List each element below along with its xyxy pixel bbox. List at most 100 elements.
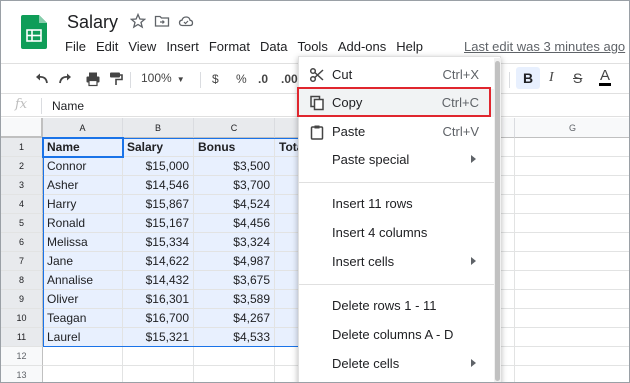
undo-icon[interactable] [33, 72, 49, 86]
table-cell[interactable]: Annalise [43, 271, 123, 290]
table-cell[interactable] [515, 328, 629, 347]
row-header[interactable]: 9 [1, 290, 43, 309]
menu-view[interactable]: View [128, 39, 156, 54]
row-header[interactable]: 2 [1, 157, 43, 176]
row-header[interactable]: 7 [1, 252, 43, 271]
sheets-logo-icon[interactable] [21, 15, 47, 49]
table-cell[interactable]: Salary [123, 138, 194, 157]
table-cell[interactable]: $14,546 [123, 176, 194, 195]
row-header[interactable]: 8 [1, 271, 43, 290]
table-cell[interactable] [515, 271, 629, 290]
menu-item-insert-rows[interactable]: Insert 11 rows [299, 190, 494, 218]
table-cell[interactable]: $3,589 [194, 290, 275, 309]
table-cell[interactable]: Harry [43, 195, 123, 214]
table-cell[interactable]: $3,675 [194, 271, 275, 290]
row-header[interactable]: 6 [1, 233, 43, 252]
table-cell[interactable] [123, 366, 194, 382]
increase-decimal-button[interactable]: .00 [281, 72, 298, 86]
row-header[interactable]: 1 [1, 138, 43, 157]
formula-input[interactable]: Name [52, 99, 84, 113]
strikethrough-button[interactable]: S [573, 70, 582, 86]
table-cell[interactable]: $4,533 [194, 328, 275, 347]
column-header-a[interactable]: A [43, 118, 123, 138]
menu-item-paste[interactable]: Paste Ctrl+V [299, 118, 494, 146]
table-cell[interactable]: $4,524 [194, 195, 275, 214]
table-cell[interactable]: Asher [43, 176, 123, 195]
table-cell[interactable]: Bonus [194, 138, 275, 157]
table-cell[interactable]: Melissa [43, 233, 123, 252]
table-cell[interactable]: $15,867 [123, 195, 194, 214]
document-title[interactable]: Salary [67, 12, 118, 33]
table-cell[interactable]: Ronald [43, 214, 123, 233]
menu-item-insert-cells[interactable]: Insert cells [299, 248, 494, 276]
paint-format-icon[interactable] [109, 71, 123, 87]
table-cell[interactable] [515, 233, 629, 252]
table-cell[interactable] [515, 176, 629, 195]
table-cell[interactable] [194, 347, 275, 366]
table-cell[interactable]: $15,000 [123, 157, 194, 176]
redo-icon[interactable] [58, 72, 74, 86]
print-icon[interactable] [85, 71, 101, 87]
menu-item-insert-columns[interactable]: Insert 4 columns [299, 219, 494, 247]
select-all-corner[interactable] [1, 118, 43, 138]
table-cell[interactable]: $3,500 [194, 157, 275, 176]
menu-item-delete-cells[interactable]: Delete cells [299, 350, 494, 378]
table-cell[interactable] [515, 309, 629, 328]
table-cell[interactable]: $4,987 [194, 252, 275, 271]
table-cell[interactable]: $3,324 [194, 233, 275, 252]
row-header[interactable]: 4 [1, 195, 43, 214]
percent-format-button[interactable]: % [236, 72, 247, 86]
menu-format[interactable]: Format [209, 39, 250, 54]
table-cell[interactable] [43, 366, 123, 382]
move-folder-icon[interactable] [154, 13, 170, 29]
menu-scrollbar-thumb[interactable] [495, 61, 500, 381]
table-cell[interactable] [515, 290, 629, 309]
column-header-b[interactable]: B [123, 118, 194, 138]
menu-item-paste-special[interactable]: Paste special [299, 146, 494, 174]
table-cell[interactable]: $4,456 [194, 214, 275, 233]
table-cell[interactable]: $15,321 [123, 328, 194, 347]
table-cell[interactable] [194, 366, 275, 382]
decrease-decimal-button[interactable]: .0 [258, 72, 268, 86]
menu-tools[interactable]: Tools [297, 39, 327, 54]
text-color-button[interactable]: A [599, 68, 612, 86]
table-cell[interactable] [515, 366, 629, 382]
table-cell[interactable]: $16,700 [123, 309, 194, 328]
cloud-saved-icon[interactable] [178, 13, 194, 29]
table-cell[interactable]: Teagan [43, 309, 123, 328]
row-header[interactable]: 10 [1, 309, 43, 328]
table-cell[interactable] [515, 347, 629, 366]
menu-insert[interactable]: Insert [166, 39, 199, 54]
column-header-g[interactable]: G [515, 118, 629, 138]
menu-help[interactable]: Help [396, 39, 423, 54]
table-cell[interactable]: Laurel [43, 328, 123, 347]
table-cell[interactable]: Connor [43, 157, 123, 176]
table-cell[interactable]: Name [43, 138, 123, 157]
table-cell[interactable]: $4,267 [194, 309, 275, 328]
row-header[interactable]: 5 [1, 214, 43, 233]
star-icon[interactable] [130, 13, 146, 29]
table-cell[interactable]: Jane [43, 252, 123, 271]
menu-item-cut[interactable]: Cut Ctrl+X [299, 61, 494, 89]
menu-edit[interactable]: Edit [96, 39, 118, 54]
menu-item-delete-columns[interactable]: Delete columns A - D [299, 321, 494, 349]
row-header[interactable]: 11 [1, 328, 43, 347]
menu-file[interactable]: File [65, 39, 86, 54]
table-cell[interactable] [43, 347, 123, 366]
row-header[interactable]: 12 [1, 347, 43, 366]
table-cell[interactable]: $15,334 [123, 233, 194, 252]
table-cell[interactable]: $16,301 [123, 290, 194, 309]
table-cell[interactable]: $3,700 [194, 176, 275, 195]
table-cell[interactable] [515, 195, 629, 214]
table-cell[interactable] [515, 138, 629, 157]
table-cell[interactable]: $14,432 [123, 271, 194, 290]
menu-data[interactable]: Data [260, 39, 287, 54]
last-edit-link[interactable]: Last edit was 3 minutes ago [464, 39, 625, 54]
column-header-c[interactable]: C [194, 118, 275, 138]
bold-button[interactable]: B [516, 67, 540, 89]
italic-button[interactable]: I [549, 70, 554, 86]
table-cell[interactable] [123, 347, 194, 366]
menu-item-delete-rows[interactable]: Delete rows 1 - 11 [299, 292, 494, 320]
row-header[interactable]: 3 [1, 176, 43, 195]
table-cell[interactable]: $15,167 [123, 214, 194, 233]
